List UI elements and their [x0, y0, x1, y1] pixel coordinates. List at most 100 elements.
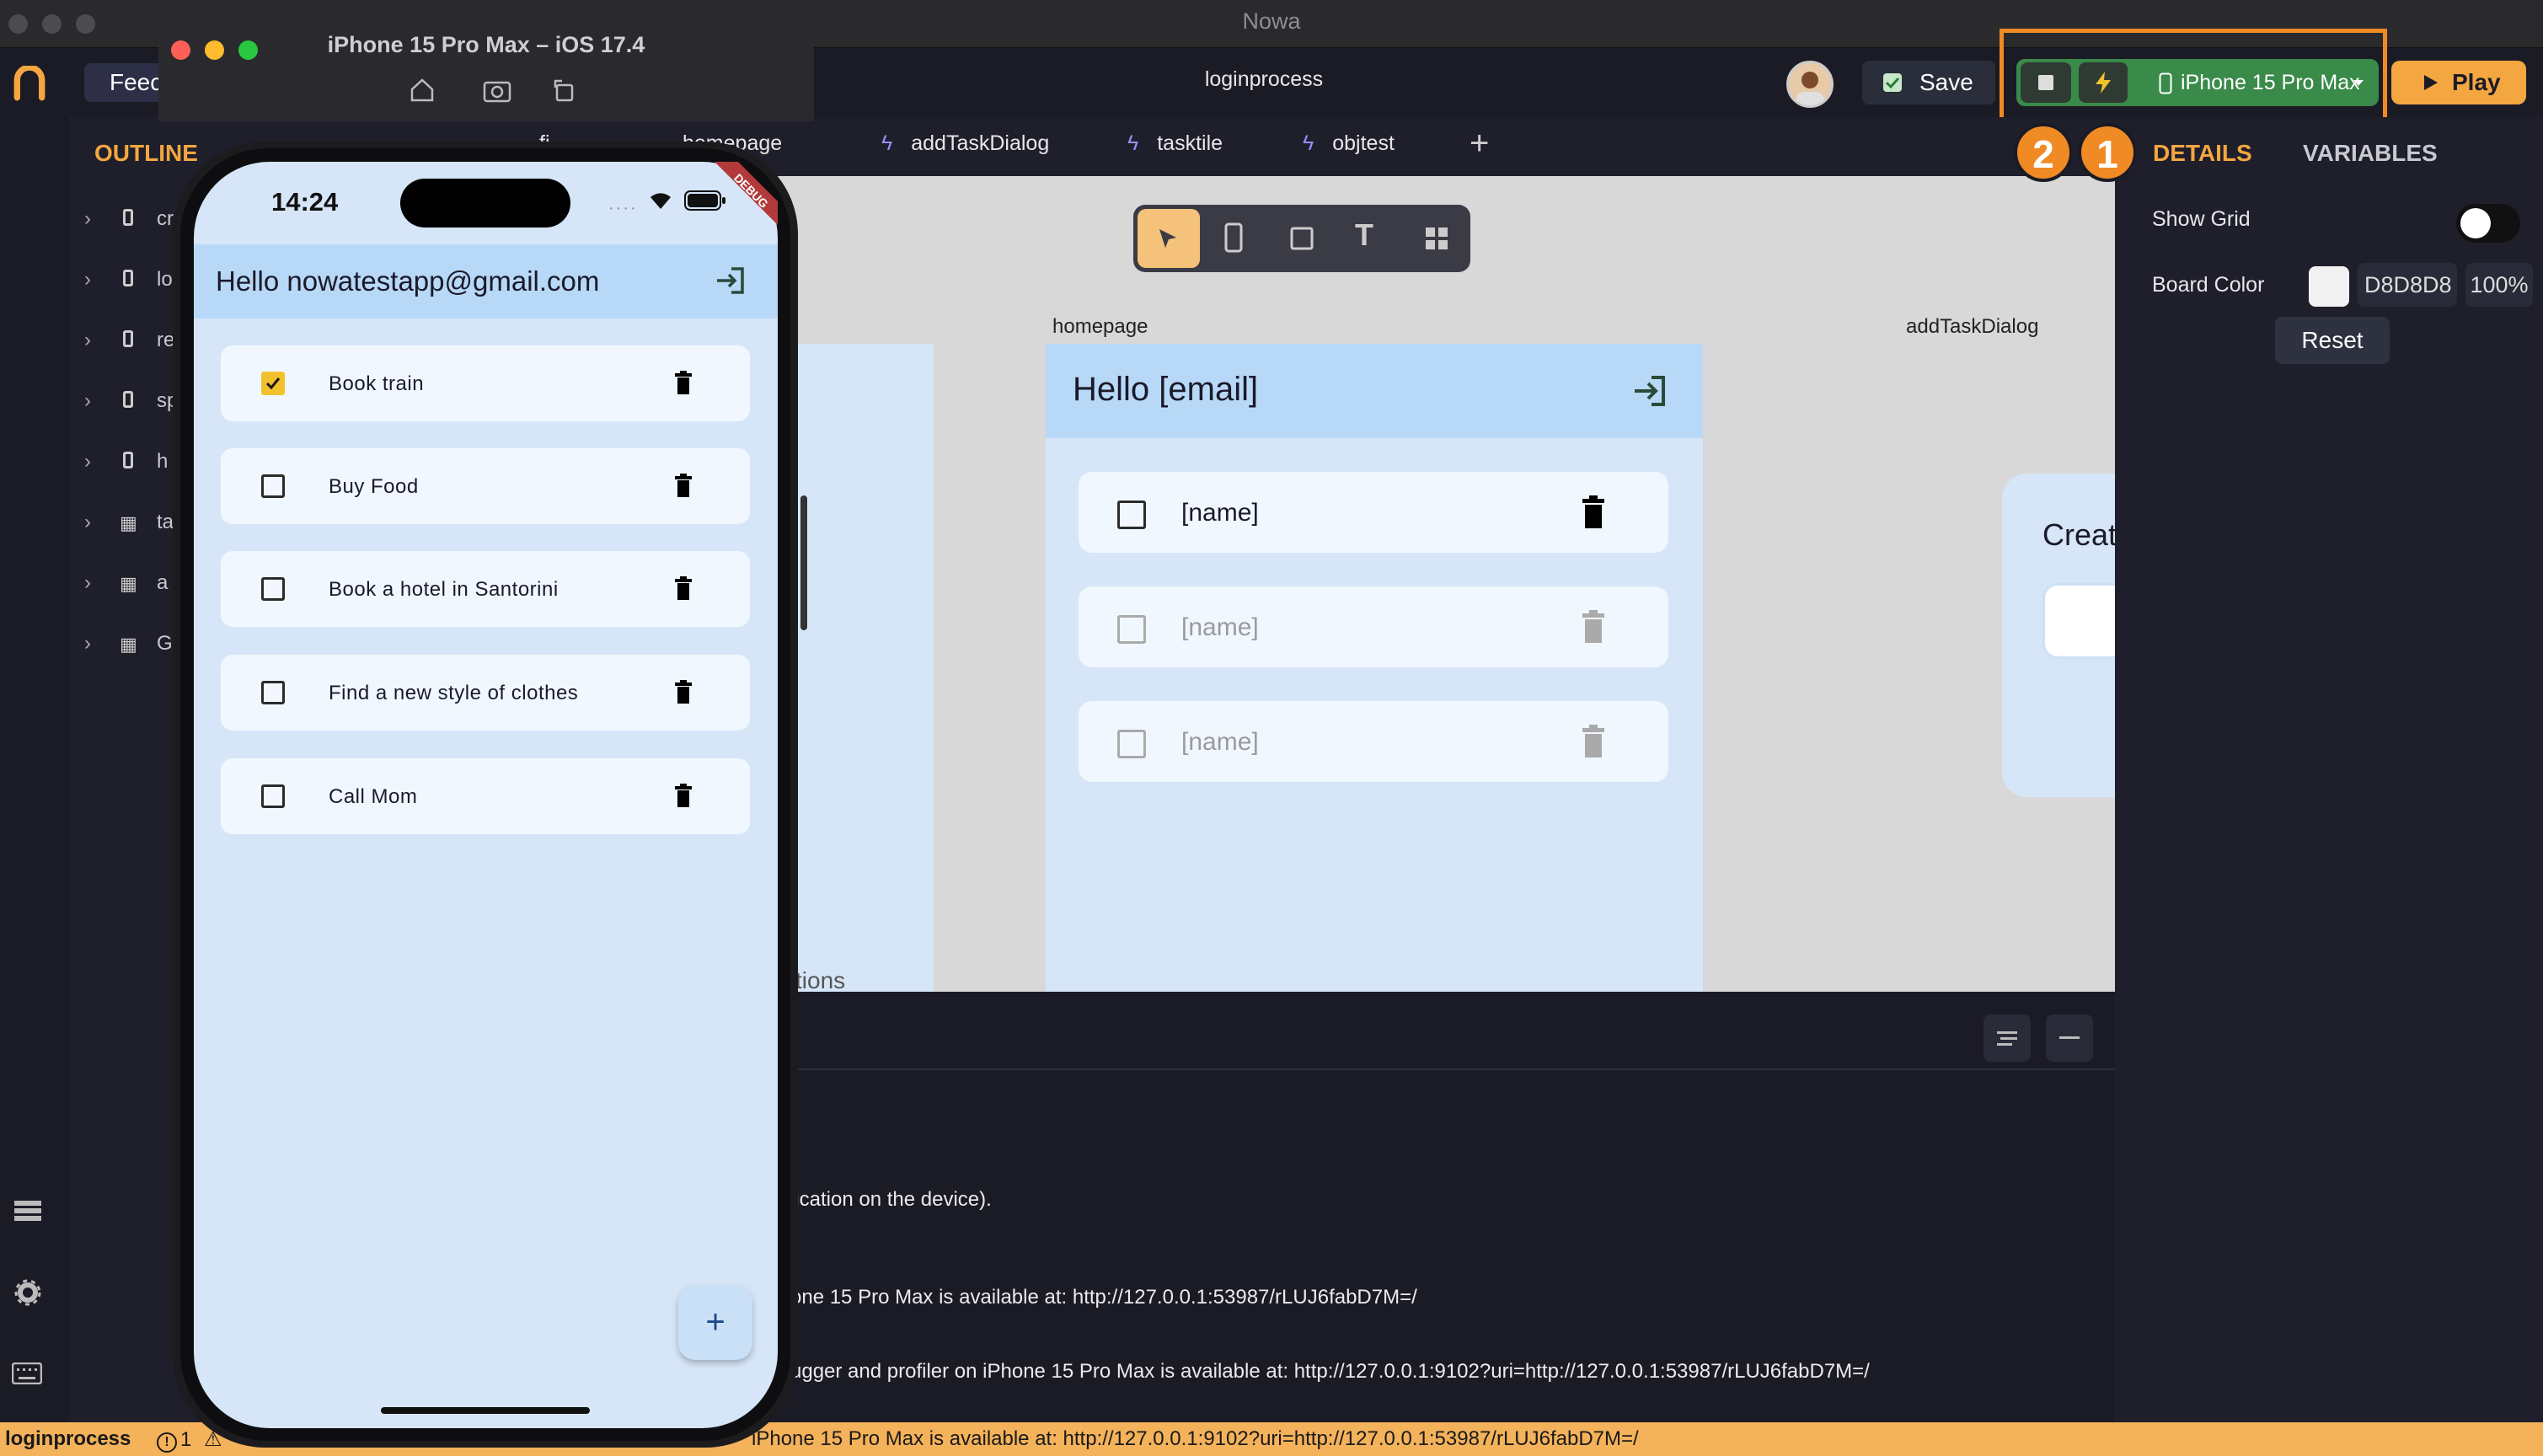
grid-icon: ▦	[120, 634, 137, 655]
task-checkbox[interactable]	[261, 372, 285, 395]
tab-tasktile[interactable]: ϟ tasktile	[1127, 131, 1223, 156]
phone-icon	[123, 270, 133, 286]
chevron-right-icon: ›	[84, 389, 91, 412]
logout-icon[interactable]	[715, 266, 747, 295]
lines-icon	[1997, 1031, 2017, 1046]
cursor-icon	[1159, 229, 1176, 248]
console-line: one 15 Pro Max is available at: http://1…	[790, 1286, 1417, 1309]
console-line: ugger and profiler on iPhone 15 Pro Max …	[790, 1360, 1870, 1383]
gear-icon[interactable]	[13, 1278, 42, 1307]
board-color-input[interactable]: D8D8D8	[2358, 263, 2457, 307]
signal-icon: ····	[608, 199, 638, 217]
phone-icon	[123, 330, 133, 347]
task-name: Find a new style of clothes	[329, 682, 579, 704]
phone-icon	[123, 391, 133, 408]
project-name: loginprocess	[1204, 67, 1324, 91]
annotation-highlight	[2000, 29, 2387, 130]
task-checkbox[interactable]	[1117, 500, 1146, 529]
delete-icon[interactable]	[1581, 725, 1606, 758]
properties-panel	[2115, 117, 2543, 1423]
left-icon-bar	[0, 117, 69, 1423]
console-minimize-button[interactable]	[2046, 1014, 2093, 1062]
rotate-icon[interactable]	[551, 78, 576, 103]
task-card[interactable]: Book a hotel in Santorini	[221, 551, 750, 627]
play-button[interactable]: Play	[2391, 61, 2526, 104]
annotation-badge-1: 1	[2078, 123, 2137, 182]
task-checkbox[interactable]	[261, 681, 285, 704]
text-tool-icon[interactable]: T	[1355, 217, 1373, 253]
screenshot-icon[interactable]	[483, 78, 511, 103]
home-indicator	[381, 1407, 590, 1414]
task-checkbox[interactable]	[1117, 730, 1146, 758]
layers-icon[interactable]	[13, 1199, 42, 1223]
delete-icon[interactable]	[1581, 610, 1606, 644]
board-label-addtaskdialog: addTaskDialog	[1906, 315, 2039, 338]
status-project: loginprocess	[5, 1427, 131, 1450]
play-icon	[2424, 75, 2438, 90]
board-color-swatch[interactable]	[2309, 266, 2349, 307]
task-checkbox[interactable]	[261, 474, 285, 498]
outline-row-label: ta	[157, 511, 174, 533]
console-line: lication on the device).	[790, 1188, 992, 1211]
task-name: [name]	[1181, 613, 1259, 641]
console-wrap-button[interactable]	[1984, 1014, 2031, 1062]
task-name: [name]	[1181, 728, 1259, 756]
delete-icon[interactable]	[674, 680, 693, 704]
outline-row-label: a	[157, 571, 169, 594]
select-tool-button[interactable]	[1138, 209, 1200, 268]
task-name: [name]	[1181, 499, 1259, 527]
rectangle-tool-icon[interactable]	[1289, 226, 1314, 251]
task-checkbox[interactable]	[261, 784, 285, 808]
task-card[interactable]: Book train	[221, 345, 750, 421]
delete-icon[interactable]	[674, 474, 693, 497]
tab-variables[interactable]: VARIABLES	[2303, 140, 2438, 167]
nowa-logo-icon[interactable]	[12, 66, 47, 101]
home-icon[interactable]	[410, 78, 435, 103]
add-tab-icon[interactable]: +	[1470, 125, 1489, 163]
delete-icon[interactable]	[674, 576, 693, 600]
add-task-fab[interactable]: +	[678, 1286, 752, 1360]
lightning-icon: ϟ	[1303, 131, 1314, 155]
keyboard-icon[interactable]	[12, 1362, 42, 1384]
lightning-icon: ϟ	[881, 131, 893, 155]
delete-icon[interactable]	[674, 784, 693, 807]
task-card[interactable]: Find a new style of clothes	[221, 655, 750, 731]
outline-title: OUTLINE	[94, 140, 198, 166]
error-icon: !	[157, 1432, 177, 1453]
task-checkbox[interactable]	[1117, 615, 1146, 644]
tab-objtest[interactable]: ϟ objtest	[1303, 131, 1395, 156]
feedback-button[interactable]: Feec	[84, 63, 169, 102]
phone-icon[interactable]	[1223, 222, 1244, 253]
components-tool-icon[interactable]	[1424, 226, 1449, 251]
delete-icon[interactable]	[1581, 495, 1606, 529]
task-card[interactable]: Buy Food	[221, 448, 750, 524]
task-name: Buy Food	[329, 475, 419, 498]
reset-button[interactable]: Reset	[2275, 317, 2390, 364]
lightning-icon: ϟ	[1127, 131, 1139, 155]
board-homepage[interactable]	[1046, 344, 1703, 992]
show-grid-label: Show Grid	[2152, 207, 2251, 231]
outline-row-label: cr	[157, 207, 174, 230]
outline-row-label: lo	[157, 268, 173, 291]
status-time: 14:24	[271, 187, 339, 217]
chevron-right-icon: ›	[84, 329, 91, 351]
board-color-alpha-input[interactable]: 100%	[2465, 263, 2533, 307]
chevron-right-icon: ›	[84, 207, 91, 230]
tab-addtaskdialog[interactable]: ϟ addTaskDialog	[881, 131, 1049, 156]
task-card[interactable]: [name]	[1079, 472, 1668, 553]
task-card[interactable]: [name]	[1079, 701, 1668, 782]
avatar[interactable]	[1786, 61, 1834, 108]
phone-side-button	[800, 495, 807, 630]
task-card[interactable]: Call Mom	[221, 758, 750, 834]
task-card[interactable]: [name]	[1079, 586, 1668, 667]
delete-icon[interactable]	[674, 371, 693, 394]
dialog-input[interactable]	[2042, 583, 2115, 659]
status-message: iPhone 15 Pro Max is available at: http:…	[752, 1427, 1639, 1450]
tab-details[interactable]: DETAILS	[2153, 140, 2252, 167]
logout-icon[interactable]	[1631, 374, 1668, 408]
debug-banner: DEBUG	[715, 162, 778, 225]
check-icon	[265, 377, 281, 390]
save-button[interactable]: Save	[1862, 61, 1995, 104]
task-checkbox[interactable]	[261, 577, 285, 601]
task-name: Book a hotel in Santorini	[329, 578, 559, 601]
